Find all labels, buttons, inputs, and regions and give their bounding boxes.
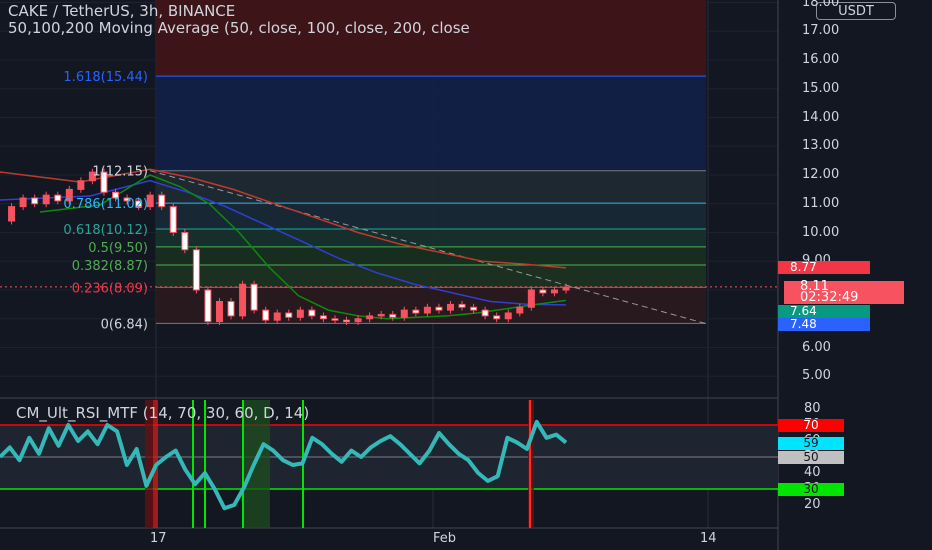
rsi-tag: 50 bbox=[778, 451, 844, 464]
time-tick-label: 17 bbox=[150, 531, 167, 546]
candle-body bbox=[412, 309, 420, 314]
candle-body bbox=[550, 289, 558, 294]
candle-body bbox=[493, 315, 501, 320]
fib-zone-top bbox=[156, 0, 706, 77]
candle-body bbox=[389, 313, 397, 318]
candle-body bbox=[377, 313, 385, 317]
candle-body bbox=[504, 312, 512, 320]
candle-body bbox=[204, 289, 212, 323]
candle-body bbox=[516, 306, 524, 314]
fib-zone bbox=[156, 170, 706, 204]
fib-zone bbox=[156, 76, 706, 171]
fib-zone bbox=[156, 287, 706, 324]
candle-body bbox=[215, 301, 223, 323]
fib-label: 0.618(10.12) bbox=[63, 223, 148, 238]
fib-label: 0.382(8.87) bbox=[72, 259, 148, 274]
candle-body bbox=[42, 194, 50, 205]
candle-body bbox=[331, 318, 339, 321]
price-tag: 8.77 bbox=[778, 261, 870, 274]
price-tag: 7.48 bbox=[778, 318, 870, 331]
price-tag: 02:32:49 bbox=[784, 291, 904, 304]
candle-body bbox=[481, 309, 489, 317]
candle-body bbox=[158, 194, 166, 208]
price-tick-label: 11.00 bbox=[802, 195, 840, 211]
price-tick-label: 15.00 bbox=[802, 80, 840, 96]
price-tick-label: 14.00 bbox=[802, 109, 840, 125]
candle-body bbox=[562, 286, 570, 291]
candle-body bbox=[146, 194, 154, 208]
candle-body bbox=[192, 249, 200, 291]
rsi-tick-label: 20 bbox=[804, 497, 821, 512]
candle-body bbox=[296, 309, 304, 318]
price-tick-label: 6.00 bbox=[802, 339, 831, 355]
price-tick-label: 17.00 bbox=[802, 23, 840, 39]
price-tick-label: 10.00 bbox=[802, 224, 840, 240]
rsi-tick-label: 80 bbox=[804, 401, 821, 416]
fib-label: 0.786(11.02) bbox=[63, 197, 148, 212]
candle-body bbox=[285, 312, 293, 318]
candle-body bbox=[400, 309, 408, 318]
candle-body bbox=[31, 197, 39, 205]
fib-label: 0.236(8.09) bbox=[72, 281, 148, 296]
candle-body bbox=[54, 194, 62, 202]
fib-label: 1(12.15) bbox=[92, 165, 148, 180]
rsi-tag: 59 bbox=[778, 436, 844, 450]
candle-body bbox=[77, 180, 85, 190]
candle-body bbox=[470, 306, 478, 311]
time-tick-label: Feb bbox=[433, 531, 457, 546]
rsi-tick-label: 40 bbox=[804, 465, 821, 480]
candle-body bbox=[250, 283, 258, 311]
candle-body bbox=[446, 303, 454, 311]
fib-label: 0(6.84) bbox=[101, 317, 148, 332]
price-tick-label: 12.00 bbox=[802, 167, 840, 182]
indicator-title: 50,100,200 Moving Average (50, close, 10… bbox=[8, 19, 470, 37]
candle-body bbox=[308, 309, 316, 317]
fib-zone bbox=[156, 203, 706, 230]
candle-body bbox=[423, 306, 431, 314]
fib-label-layer: 1.618(15.44) 1(12.15) 0.786(11.02) 0.618(10… bbox=[63, 70, 148, 332]
fib-label: 0.5(9.50) bbox=[88, 241, 148, 256]
candle-body bbox=[354, 318, 362, 323]
symbol-title: CAKE / TetherUS, 3h, BINANCE bbox=[8, 2, 236, 20]
rsi-tag: 30 bbox=[778, 483, 844, 496]
candle-body bbox=[343, 319, 351, 323]
chart-canvas[interactable]: 1.618(15.44) 1(12.15) 0.786(11.02) 0.618(10… bbox=[0, 0, 932, 550]
price-tick-label: 13.00 bbox=[802, 138, 840, 154]
rsi-tag: 70 bbox=[778, 419, 844, 432]
candle-body bbox=[527, 289, 535, 308]
candle-body bbox=[169, 206, 177, 233]
fib-zone bbox=[156, 264, 706, 288]
fib-zone bbox=[156, 246, 706, 265]
candle-body bbox=[239, 283, 247, 317]
fib-label: 1.618(15.44) bbox=[63, 70, 148, 85]
candle-body bbox=[262, 309, 270, 321]
time-tick-label: 14 bbox=[700, 531, 717, 546]
candle-body bbox=[19, 197, 27, 208]
candle-body bbox=[273, 312, 281, 321]
candle-body bbox=[227, 301, 235, 317]
candle-body bbox=[181, 232, 189, 251]
rsi-title: CM_Ult_RSI_MTF (14, 70, 30, 60, D, 14) bbox=[16, 404, 310, 422]
price-tick-label: 5.00 bbox=[802, 368, 831, 384]
candle-body bbox=[539, 289, 547, 294]
candle-body bbox=[8, 206, 16, 222]
candle-body bbox=[435, 306, 443, 311]
candle-body bbox=[458, 303, 466, 308]
price-tick-label: 16.00 bbox=[802, 52, 840, 67]
fibonacci-layer bbox=[0, 0, 778, 324]
candle-body bbox=[366, 315, 374, 320]
price-tick-label: 18.00 bbox=[802, 0, 840, 10]
candle-body bbox=[319, 315, 327, 320]
